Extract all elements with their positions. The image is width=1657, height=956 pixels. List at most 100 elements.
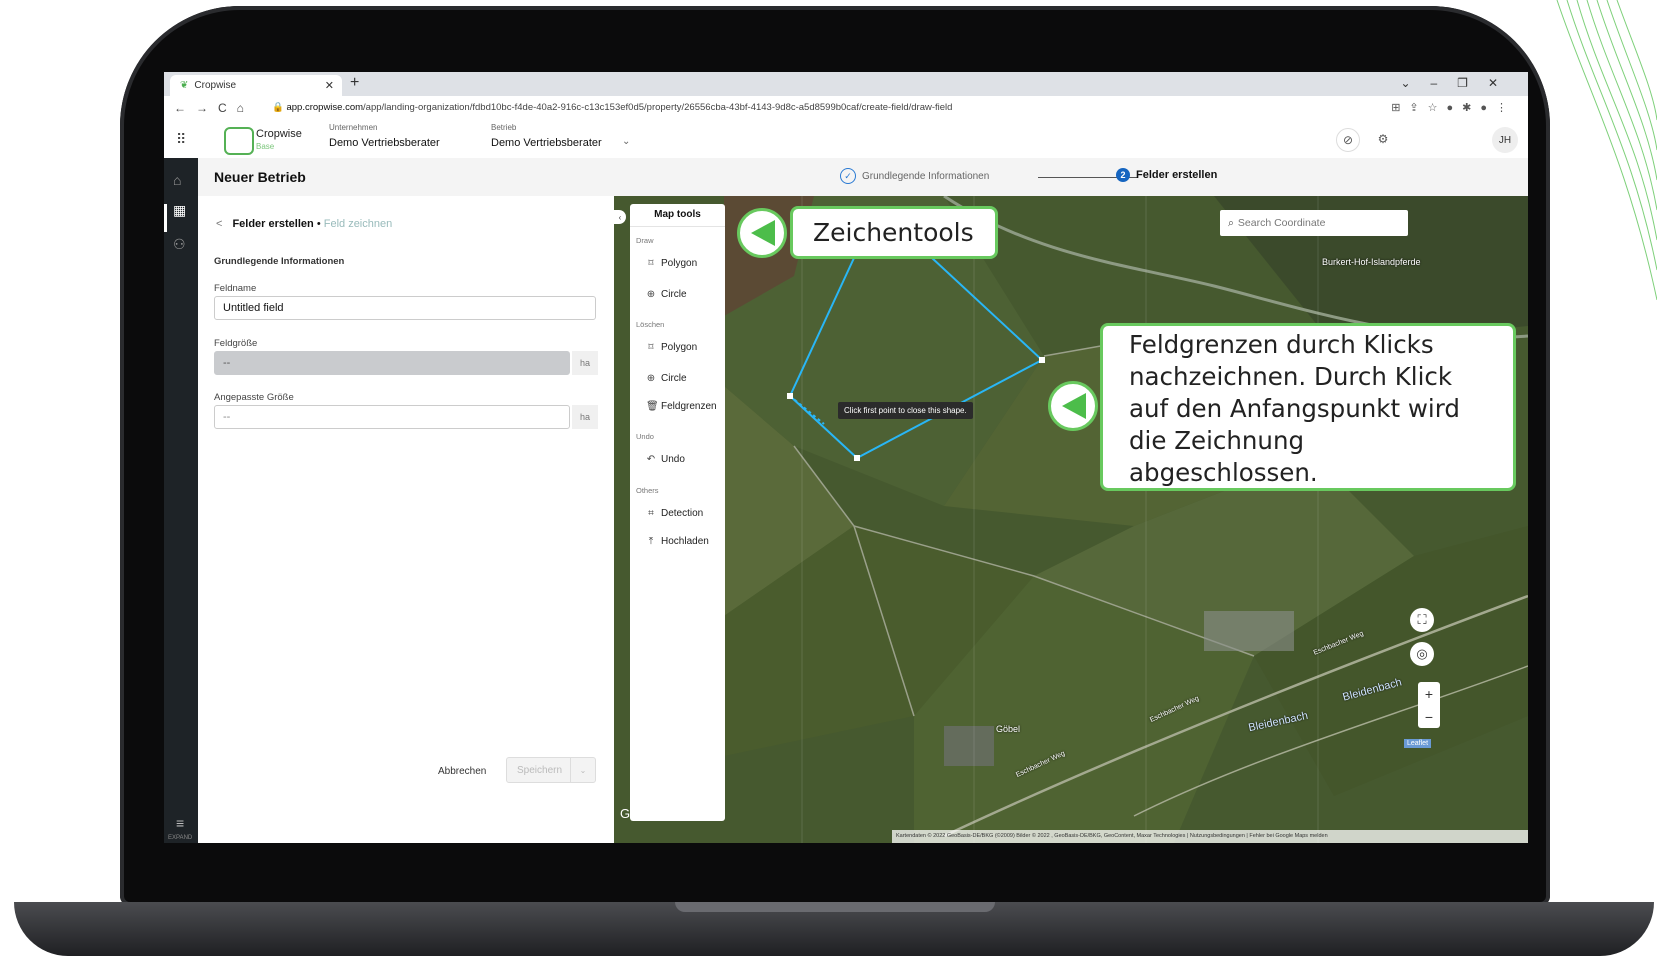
polygon-icon: ⌑ — [648, 258, 654, 269]
page-titlebar: Neuer Betrieb ✓ Grundlegende Informatione… — [198, 158, 1528, 197]
back-chevron-icon[interactable]: < — [216, 218, 222, 230]
callout-arrow-icon — [737, 208, 787, 258]
compass-icon[interactable]: ⊘ — [1336, 128, 1360, 152]
field-size-label: Feldgröße — [214, 338, 258, 349]
undo-icon: ↶ — [646, 454, 656, 465]
page-title: Neuer Betrieb — [214, 169, 306, 185]
save-button[interactable]: Speichern ⌄ — [506, 757, 596, 783]
brand-sub: Base — [256, 142, 275, 151]
window-controls[interactable]: ⌄–❐✕ — [1400, 76, 1518, 90]
cropwise-logo — [224, 127, 254, 155]
coordinate-search[interactable]: ⌕ Search Coordinate — [1220, 210, 1408, 236]
extension-icons[interactable]: ⊞⇪☆●✱●⋮ — [1391, 101, 1516, 114]
close-tab-icon[interactable]: ✕ — [325, 79, 334, 92]
draw-polygon-label: Polygon — [661, 258, 698, 269]
map-tools-divider — [630, 226, 725, 227]
search-placeholder: Search Coordinate — [1237, 217, 1326, 229]
url-path: /app/landing-organization/fdbd10bc-f4de-… — [363, 102, 953, 113]
upload-button[interactable]: ⤒ Hochladen — [646, 536, 709, 547]
tab-title: Cropwise — [194, 80, 237, 91]
map-tools-panel: Map tools Draw ⌑ Polygon ⊕ Circle Löschen … — [630, 204, 725, 821]
laptop-notch — [675, 902, 995, 912]
adjusted-size-input[interactable]: -- — [214, 405, 570, 429]
group-draw: Draw — [636, 236, 654, 245]
upload-label: Hochladen — [661, 536, 709, 547]
zoom-in-button[interactable]: + — [1418, 682, 1440, 705]
side-nav: ⌂ ▦ ⚇ ≡ EXPAND — [164, 158, 198, 843]
breadcrumb: < Felder erstellen • Feld zeichnen — [216, 218, 392, 230]
delete-circle-button[interactable]: ⊕ Circle — [646, 373, 687, 384]
field-form-panel: < Felder erstellen • Feld zeichnen Grundl… — [198, 196, 614, 843]
group-delete: Löschen — [636, 320, 665, 329]
url-field[interactable]: 🔒 app.cropwise.com/app/landing-organizat… — [272, 102, 952, 113]
company-select[interactable]: Demo Vertriebsberater — [329, 137, 440, 149]
app-header: ⠿ Cropwise Base Unternehmen Demo Vertrie… — [164, 120, 1528, 159]
callout-drawing: Feldgrenzen durch Klicks nachzeichnen. D… — [1100, 323, 1516, 491]
place-label: Göbel — [996, 724, 1021, 734]
close-shape-tooltip: Click first point to close this shape. — [838, 402, 973, 419]
section-title: Grundlegende Informationen — [214, 256, 345, 267]
field-name-label: Feldname — [214, 283, 257, 294]
farm-icon[interactable]: ▦ — [173, 202, 186, 219]
chevron-down-icon[interactable]: ⌄ — [622, 136, 630, 147]
zoom-control: + − — [1418, 682, 1440, 728]
browser-tabbar: ❦ Cropwise ✕ + ⌄–❐✕ — [164, 72, 1528, 96]
locate-icon[interactable]: ◎ — [1410, 642, 1434, 666]
farm-select[interactable]: Demo Vertriebsberater — [491, 137, 602, 149]
draw-polygon-button[interactable]: ⌑ Polygon — [646, 258, 697, 269]
cropwise-favicon-icon: ❦ — [180, 80, 189, 91]
avatar[interactable]: JH — [1492, 127, 1518, 153]
undo-label: Undo — [661, 454, 685, 465]
satellite-map[interactable]: ‹ Map tools Draw ⌑ Polygon ⊕ Circle Lösche… — [614, 196, 1528, 843]
upload-icon: ⤒ — [648, 536, 654, 547]
detection-icon: ⌗ — [648, 508, 654, 519]
menu-icon[interactable]: ≡ — [176, 815, 184, 831]
map-tools-title: Map tools — [654, 209, 701, 220]
field-size-unit: ha — [572, 351, 598, 375]
zoom-out-button[interactable]: − — [1418, 705, 1440, 728]
url-host: app.cropwise.com — [286, 102, 364, 113]
machinery-icon[interactable]: ⚇ — [173, 236, 186, 253]
delete-polygon-button[interactable]: ⌑ Polygon — [646, 342, 697, 353]
check-icon: ✓ — [840, 168, 856, 184]
detection-button[interactable]: ⌗ Detection — [646, 508, 703, 519]
step-2-number: 2 — [1116, 168, 1130, 182]
expand-label[interactable]: EXPAND — [168, 835, 192, 841]
detection-label: Detection — [661, 508, 704, 519]
breadcrumb-sep: • — [313, 218, 324, 230]
leaflet-attribution[interactable]: Leaflet — [1404, 739, 1432, 748]
home-icon[interactable]: ⌂ — [173, 172, 181, 188]
delete-polygon-label: Polygon — [661, 342, 698, 353]
field-name-input[interactable]: Untitled field — [214, 296, 596, 320]
save-label: Speichern — [517, 765, 563, 776]
apps-grid-icon[interactable]: ⠿ — [176, 131, 186, 148]
circle-icon: ⊕ — [646, 373, 656, 384]
trash-icon: 🗑 — [646, 401, 659, 412]
nav-buttons[interactable]: ←→C⌂ — [174, 101, 254, 115]
adjusted-size-label: Angepasste Größe — [214, 392, 294, 403]
field-size-input: -- — [214, 351, 570, 375]
farm-label: Betrieb — [491, 123, 517, 132]
map-attribution[interactable]: Kartendaten © 2022 GeoBasis-DE/BKG (©200… — [892, 830, 1528, 843]
active-indicator — [164, 204, 167, 232]
new-tab-icon[interactable]: + — [350, 74, 359, 92]
group-undo: Undo — [636, 432, 654, 441]
map-imagery — [614, 196, 1528, 843]
cancel-button[interactable]: Abbrechen — [438, 766, 486, 777]
save-dropdown-icon[interactable]: ⌄ — [570, 758, 595, 782]
gear-icon[interactable]: ⚙ — [1372, 128, 1394, 150]
brand-name: Cropwise — [256, 128, 302, 140]
callout-arrow-icon — [1048, 381, 1098, 431]
delete-boundaries-button[interactable]: 🗑 Feldgrenzen — [646, 401, 717, 412]
place-label: Burkert-Hof-Islandpferde — [1322, 257, 1421, 267]
group-others: Others — [636, 486, 659, 495]
decorative-lines — [1556, 0, 1657, 300]
step-create-fields: 2 Felder erstellen — [1116, 168, 1217, 182]
step-1-label: Grundlegende Informationen — [862, 170, 990, 182]
draw-circle-button[interactable]: ⊕ Circle — [646, 289, 687, 300]
undo-button[interactable]: ↶ Undo — [646, 454, 685, 465]
draw-circle-label: Circle — [661, 289, 687, 300]
browser-tab[interactable]: ❦ Cropwise ✕ — [170, 75, 342, 96]
fullscreen-icon[interactable]: ⛶ — [1410, 608, 1434, 632]
polygon-icon: ⌑ — [648, 342, 654, 353]
